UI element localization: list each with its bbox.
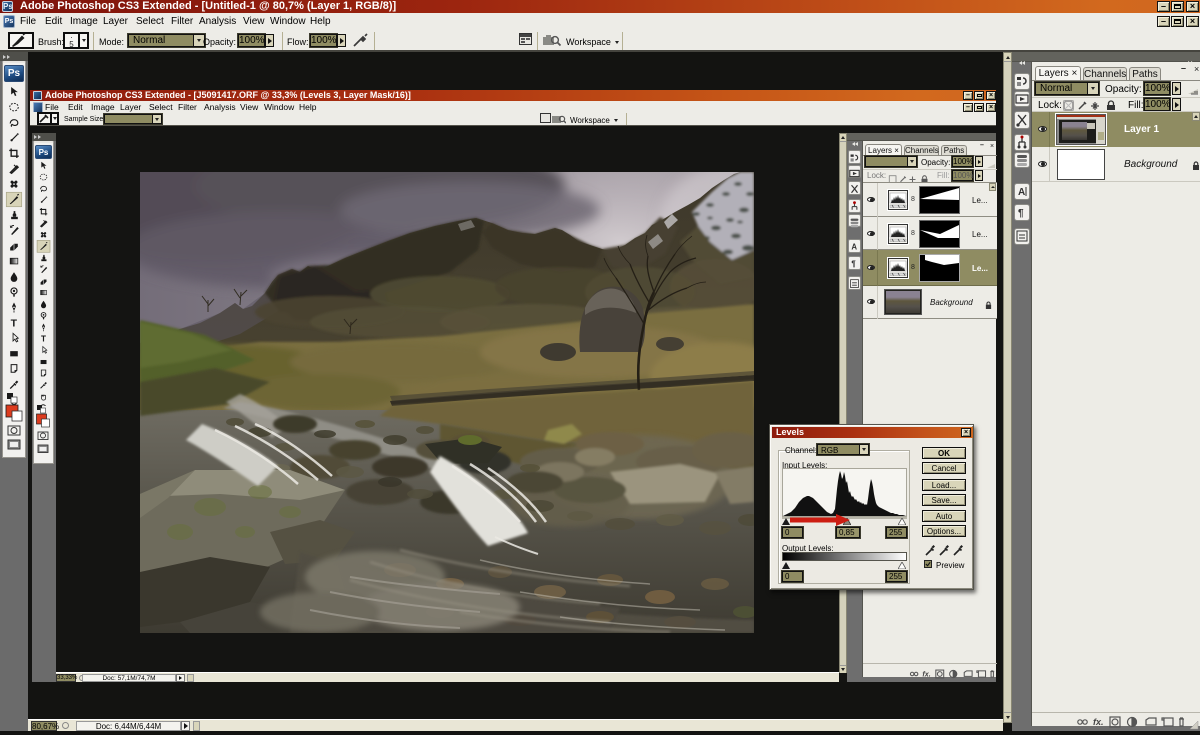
svg-text:fx.: fx. <box>922 670 930 678</box>
svg-text:¶: ¶ <box>851 260 856 269</box>
svg-text:A: A <box>851 243 857 252</box>
svg-text:fx.: fx. <box>1093 717 1104 727</box>
svg-text:¶: ¶ <box>1018 208 1024 219</box>
svg-text:A: A <box>1018 187 1025 198</box>
